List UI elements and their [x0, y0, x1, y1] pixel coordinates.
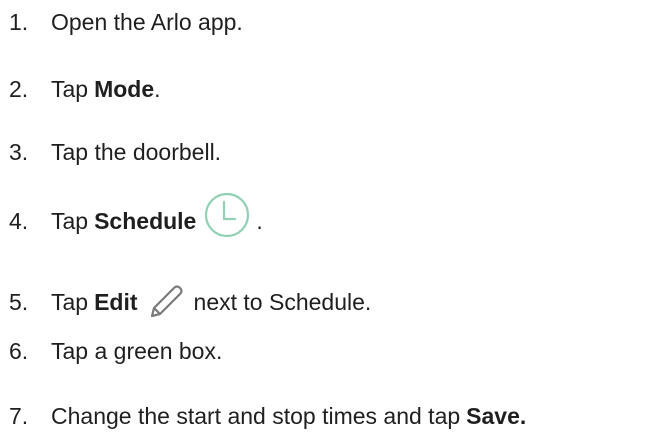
step-text-prefix: Tap	[51, 75, 89, 102]
step-number: 2.	[9, 75, 29, 102]
step-number: 1.	[9, 8, 29, 35]
step-text: Tap a green box.	[51, 337, 223, 364]
step-text-prefix: Tap	[51, 288, 89, 315]
step-text-suffix: .	[256, 207, 263, 234]
step-4: 4. Tap Schedule .	[9, 192, 263, 241]
step-3: 3. Tap the doorbell.	[9, 132, 221, 172]
step-text: Tap the doorbell.	[51, 138, 222, 165]
step-number: 5.	[9, 288, 29, 315]
save-label: Save.	[466, 402, 527, 429]
step-text-suffix: .	[154, 75, 161, 102]
step-text: Open the Arlo app.	[51, 8, 243, 35]
step-number: 4.	[9, 207, 29, 234]
mode-label: Mode	[94, 75, 155, 102]
step-number: 7.	[9, 402, 29, 429]
step-text-prefix: Tap	[51, 207, 89, 234]
step-text-suffix: next to Schedule.	[193, 288, 372, 315]
pencil-icon	[146, 282, 186, 322]
schedule-label: Schedule	[94, 207, 197, 234]
step-7: 7. Change the start and stop times and t…	[9, 396, 526, 436]
edit-label: Edit	[94, 288, 138, 315]
step-5: 5. Tap Edit next to Schedule.	[9, 282, 371, 322]
step-text-prefix: Change the start and stop times and tap	[51, 402, 461, 429]
step-number: 3.	[9, 138, 29, 165]
clock-icon	[200, 190, 254, 240]
step-1: 1. Open the Arlo app.	[9, 2, 243, 42]
step-2: 2. Tap Mode.	[9, 69, 161, 109]
step-6: 6. Tap a green box.	[9, 331, 222, 371]
step-number: 6.	[9, 337, 29, 364]
